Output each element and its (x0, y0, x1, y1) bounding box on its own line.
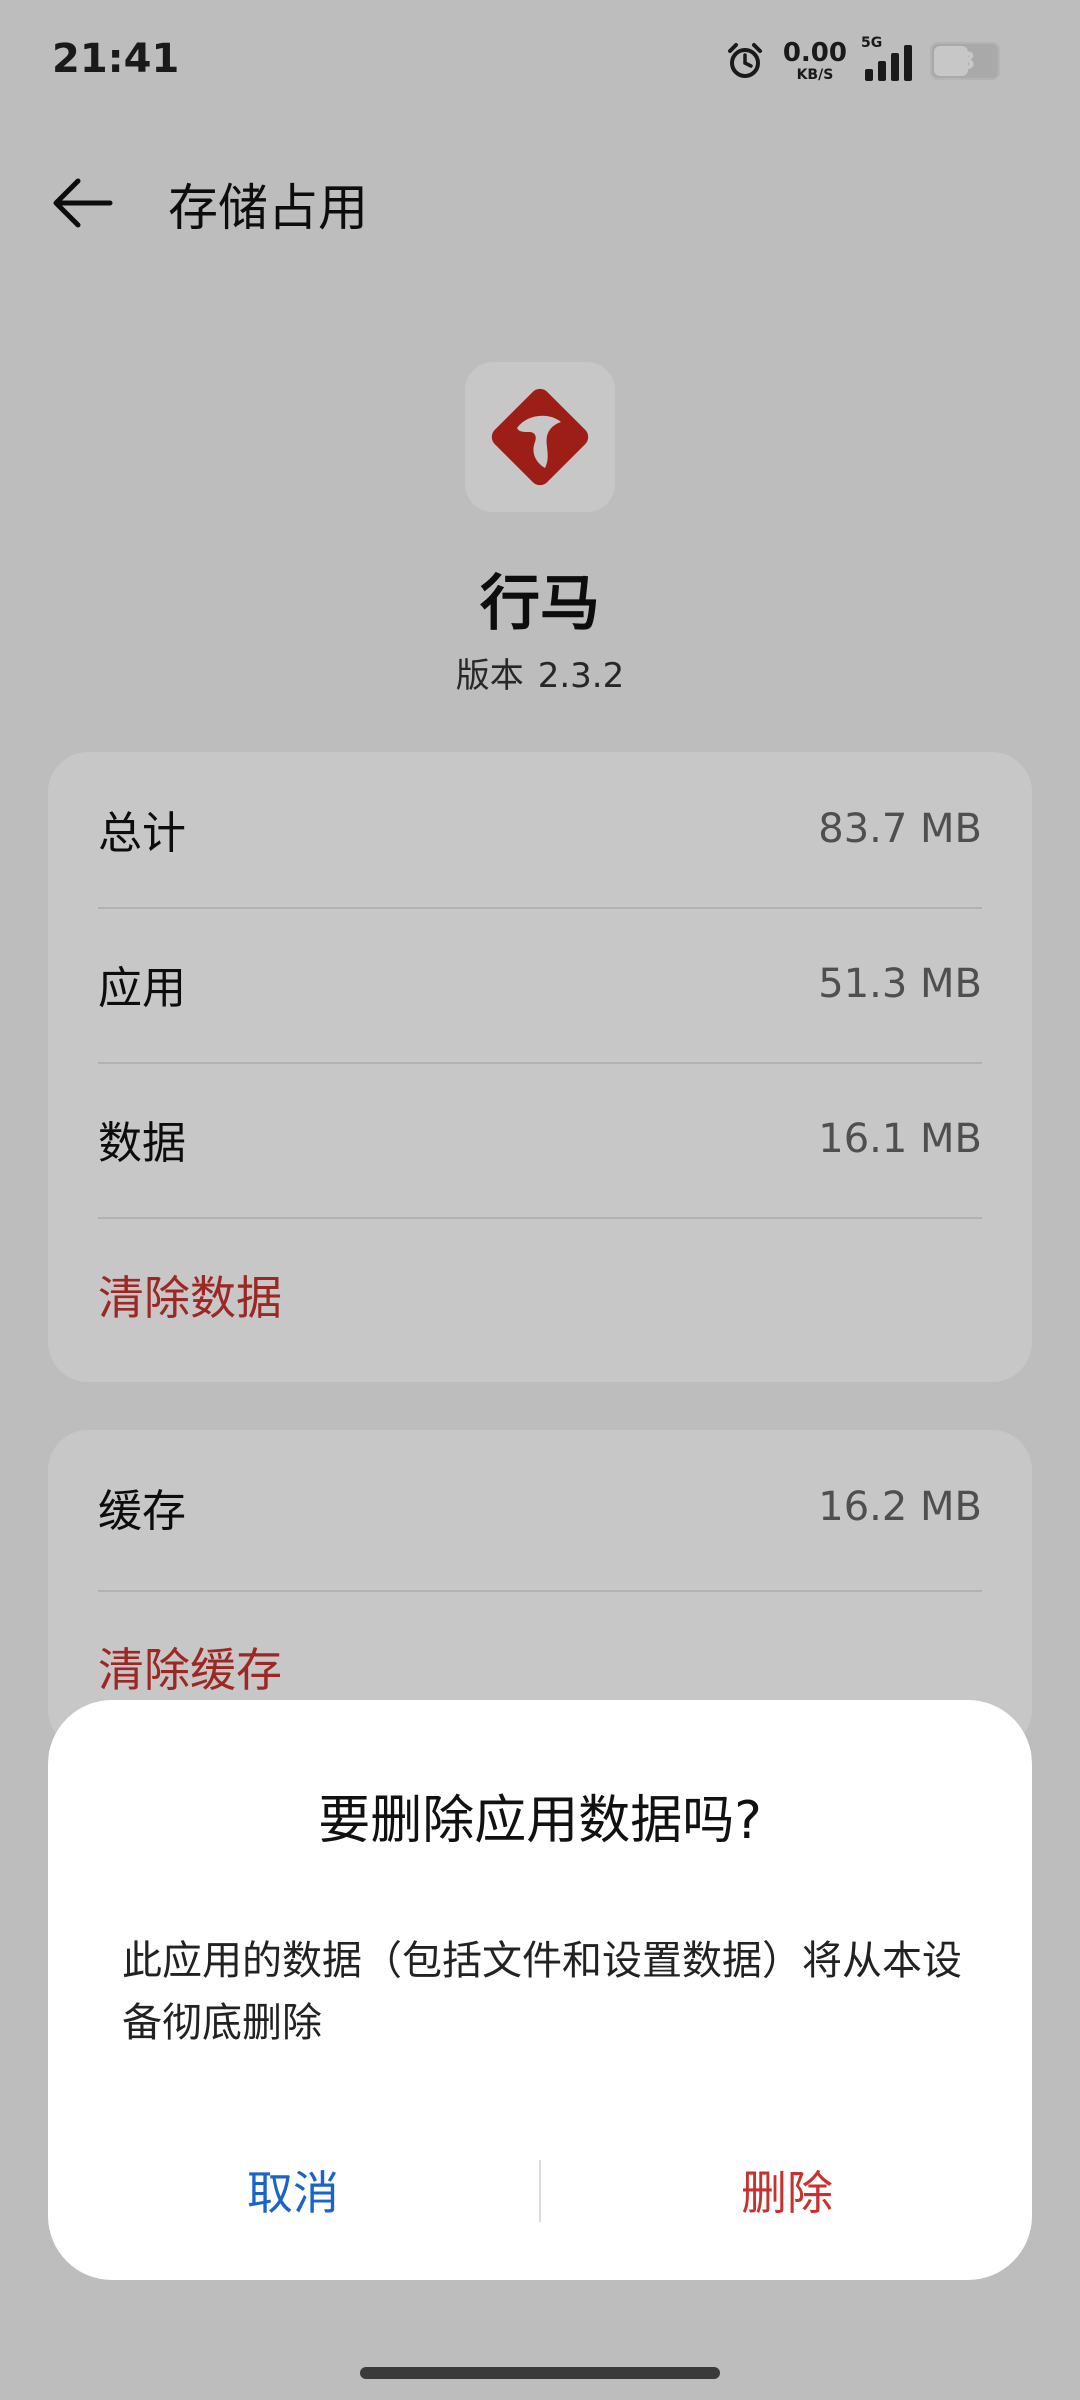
delete-data-dialog: 要删除应用数据吗? 此应用的数据（包括文件和设置数据）将从本设备彻底删除 取消 … (48, 1700, 1032, 2280)
home-indicator[interactable] (360, 2367, 720, 2379)
delete-button[interactable]: 删除 (542, 2140, 1032, 2240)
dialog-message: 此应用的数据（包括文件和设置数据）将从本设备彻底删除 (122, 1938, 962, 2046)
dialog-buttons: 取消 删除 (48, 2140, 1032, 2260)
cancel-button[interactable]: 取消 (48, 2140, 538, 2240)
dialog-title: 要删除应用数据吗? (318, 1791, 762, 1851)
button-divider (539, 2160, 541, 2222)
screen: 21:41 0.00 KB/S 5G 53 存储占用 行马 版本 2.3.2 总… (0, 0, 1080, 2400)
